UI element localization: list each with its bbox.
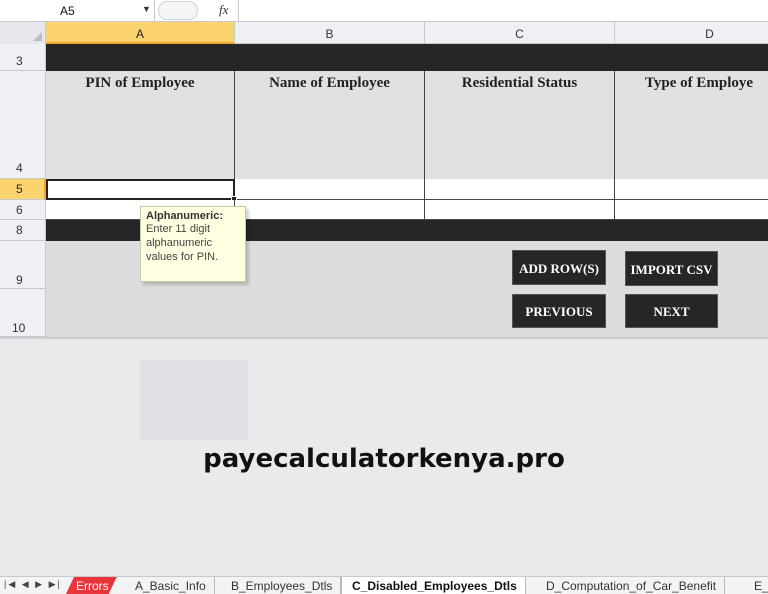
sheet-edge-shadow xyxy=(0,337,768,340)
row-header-9[interactable]: 9 xyxy=(0,241,46,289)
column-header-d[interactable]: D xyxy=(615,22,768,44)
cell-c6[interactable] xyxy=(425,200,615,220)
table-header-row: PIN of Employee Name of Employee Residen… xyxy=(46,71,768,179)
header-residential-status: Residential Status xyxy=(425,71,615,179)
insert-function-icon[interactable]: fx xyxy=(219,2,228,18)
row-header-5[interactable]: 5 xyxy=(0,179,46,200)
sheet-tab-bar: |◀ ◀ ▶ ▶| Errors A_Basic_Info B_Employee… xyxy=(0,576,768,594)
sheet-tab-e[interactable]: E_ xyxy=(744,577,768,594)
next-button[interactable]: NEXT xyxy=(625,294,718,328)
cell-a5-selected[interactable] xyxy=(46,179,235,200)
add-rows-button[interactable]: ADD ROW(S) xyxy=(512,250,606,285)
select-all-triangle-icon xyxy=(33,32,42,41)
input-message-tooltip: Alphanumeric: Enter 11 digit alphanumeri… xyxy=(140,206,246,282)
header-pin-of-employee: PIN of Employee xyxy=(46,71,235,179)
import-csv-button[interactable]: IMPORT CSV xyxy=(625,251,718,286)
sheet-nav-arrows-icon[interactable]: |◀ ◀ ▶ ▶| xyxy=(4,579,62,590)
select-all-corner[interactable] xyxy=(0,22,46,44)
title-band xyxy=(46,44,768,71)
row-header-10[interactable]: 10 xyxy=(0,289,46,337)
column-header-row: A B C D xyxy=(0,22,768,44)
sheet-tab-d-computation-of-car-benefit[interactable]: D_Computation_of_Car_Benefit xyxy=(536,577,726,594)
spreadsheet-window: A5 ▼ fx A B C D 3 4 5 6 8 9 10 PIN of Em… xyxy=(0,0,768,594)
cell-d6[interactable] xyxy=(615,200,768,220)
formula-input[interactable] xyxy=(238,0,768,21)
faded-placeholder xyxy=(140,360,248,440)
cell-c5[interactable] xyxy=(425,179,615,200)
row-header-3[interactable]: 3 xyxy=(0,44,46,71)
name-box[interactable]: A5 xyxy=(0,0,155,21)
table-row xyxy=(46,179,768,200)
sheet-tab-c-disabled-employees-dtls[interactable]: C_Disabled_Employees_Dtls xyxy=(341,577,526,594)
cell-d5[interactable] xyxy=(615,179,768,200)
row-header-8[interactable]: 8 xyxy=(0,220,46,241)
name-box-value: A5 xyxy=(60,4,75,18)
header-name-of-employee: Name of Employee xyxy=(235,71,425,179)
tooltip-body: Enter 11 digit alphanumeric values for P… xyxy=(146,223,219,263)
formula-bar: A5 ▼ fx xyxy=(0,0,768,22)
cell-b6[interactable] xyxy=(235,200,425,220)
column-header-c[interactable]: C xyxy=(425,22,615,44)
column-header-b[interactable]: B xyxy=(235,22,425,44)
cell-b5[interactable] xyxy=(235,179,425,200)
column-header-a[interactable]: A xyxy=(46,22,235,44)
header-type-of-employee: Type of Employe xyxy=(645,75,754,91)
row-header-6[interactable]: 6 xyxy=(0,200,46,220)
name-box-dropdown-icon[interactable]: ▼ xyxy=(142,4,151,14)
formula-bar-divider xyxy=(158,1,198,20)
previous-button[interactable]: PREVIOUS xyxy=(512,294,606,328)
sheet-tab-a-basic-info[interactable]: A_Basic_Info xyxy=(125,577,215,594)
sheet-tab-b-employees-dtls[interactable]: B_Employees_Dtls xyxy=(221,577,342,594)
sheet-tab-errors[interactable]: Errors xyxy=(66,577,117,594)
tooltip-title: Alphanumeric: xyxy=(146,210,224,222)
row-header-4[interactable]: 4 xyxy=(0,71,46,179)
watermark-text: payecalculatorkenya.pro xyxy=(203,444,565,474)
